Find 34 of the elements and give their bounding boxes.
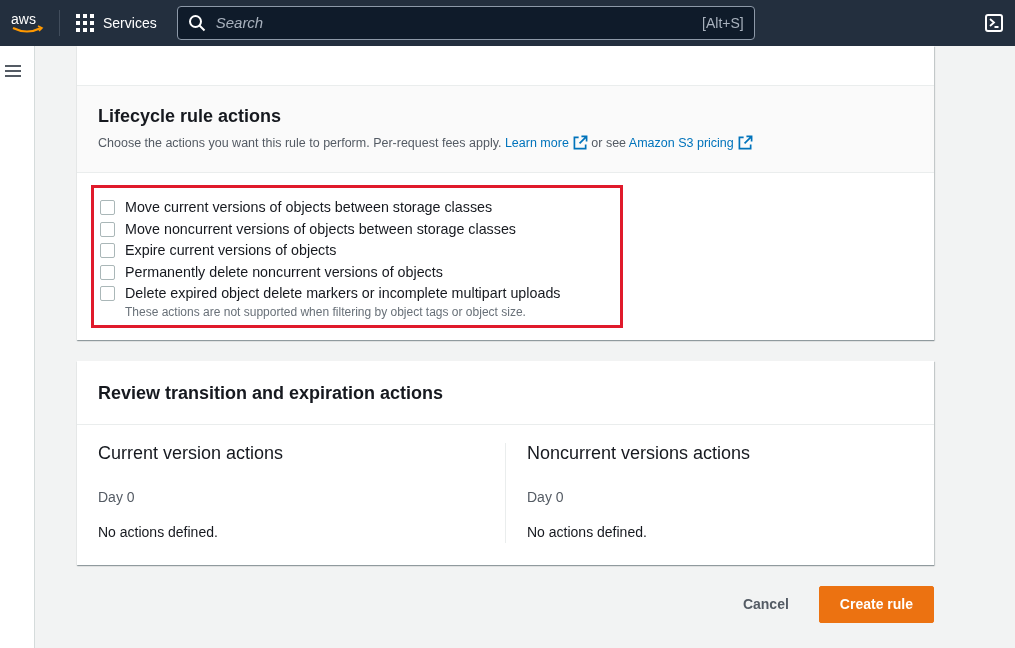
external-link-icon bbox=[572, 134, 588, 150]
checkbox[interactable] bbox=[100, 264, 115, 280]
section-title: Review transition and expiration actions bbox=[77, 360, 934, 426]
cancel-button[interactable]: Cancel bbox=[730, 588, 801, 622]
day-label: Day 0 bbox=[98, 488, 136, 508]
hint-text: These actions are not supported when filtering by object tags or object size. bbox=[125, 304, 527, 319]
search-icon bbox=[187, 14, 206, 32]
checkbox-label[interactable]: Move current versions of objects between storage classes bbox=[125, 197, 493, 219]
search-field[interactable]: Search bbox=[213, 10, 703, 36]
column-title: Noncurrent versions actions bbox=[527, 443, 752, 466]
checkbox-label[interactable]: Permanently delete noncurrent versions of objects bbox=[125, 261, 443, 284]
external-link[interactable]: Amazon S3 pricing bbox=[628, 135, 753, 150]
section-title: Lifecycle rule actions bbox=[98, 106, 283, 128]
search-bar[interactable]: Search [Alt+S] bbox=[176, 6, 755, 40]
checkbox-label[interactable]: Move noncurrent versions of objects between storage classes bbox=[125, 218, 516, 241]
external-link[interactable]: Learn more bbox=[504, 135, 588, 150]
grid-icon bbox=[76, 14, 94, 32]
terminal-icon[interactable] bbox=[985, 14, 1003, 32]
section-description: Choose the actions you want this rule to perform. Per-request fees apply. Learn more or see Amazon S3 pricing bbox=[98, 133, 913, 153]
shortcut-hint: [Alt+S] bbox=[702, 13, 744, 33]
checkbox[interactable] bbox=[100, 200, 115, 216]
aws-logo[interactable]: aws bbox=[10, 10, 44, 36]
empty-message: No actions defined. bbox=[527, 523, 648, 543]
empty-message: No actions defined. bbox=[98, 523, 219, 543]
external-link-icon bbox=[737, 134, 753, 150]
menu-icon[interactable] bbox=[5, 64, 21, 79]
day-label: Day 0 bbox=[527, 488, 565, 508]
services-button[interactable]: Services bbox=[76, 12, 157, 34]
checkbox[interactable] bbox=[100, 243, 115, 259]
checkbox[interactable] bbox=[100, 286, 115, 302]
checkbox[interactable] bbox=[100, 221, 115, 237]
checkbox-label[interactable]: Expire current versions of objects bbox=[125, 240, 337, 262]
column-title: Current version actions bbox=[98, 443, 285, 466]
checkbox-label[interactable]: Delete expired object delete markers or incomplete multipart uploads bbox=[125, 283, 561, 305]
